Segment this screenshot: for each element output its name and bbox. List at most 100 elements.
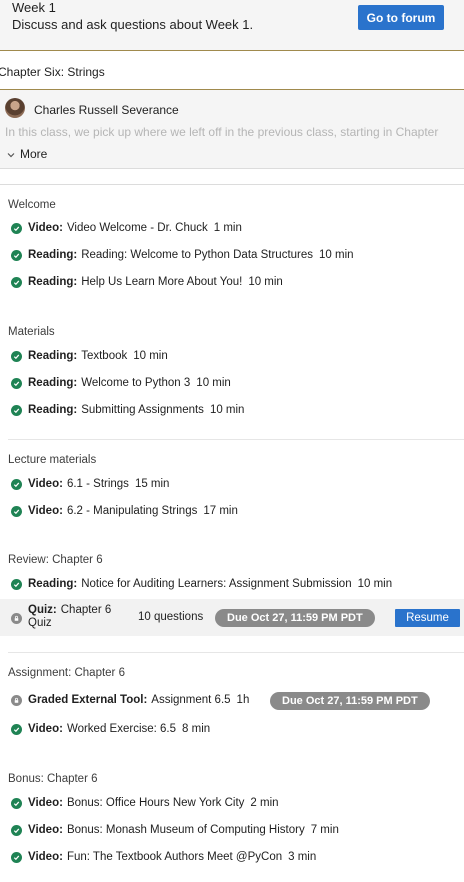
item-type: Video:: [28, 505, 63, 517]
list-item[interactable]: Video: 6.2 - Manipulating Strings 17 min: [11, 505, 238, 517]
divider: [0, 184, 464, 185]
instructor-intro: Charles Russell Severance In this class,…: [0, 90, 464, 168]
item-type: Reading:: [28, 377, 78, 389]
check-circle-icon: [11, 222, 22, 234]
avatar: [5, 98, 25, 118]
item-type: Video:: [28, 824, 63, 836]
list-item[interactable]: Reading: Notice for Auditing Learners: A…: [11, 578, 392, 590]
check-circle-icon: [11, 505, 22, 517]
forum-description: Discuss and ask questions about Week 1.: [12, 17, 254, 32]
item-type: Graded External Tool:: [28, 694, 148, 706]
item-name: 6.2 - Manipulating Strings: [66, 505, 198, 517]
check-circle-icon: [11, 824, 22, 836]
item-type: Reading:: [28, 249, 78, 261]
check-circle-icon: [11, 276, 22, 288]
section-title: Bonus: Chapter 6: [8, 773, 98, 785]
item-duration: 15 min: [134, 478, 170, 490]
item-name: Video Welcome - Dr. Chuck: [66, 222, 208, 234]
item-name: Submitting Assignments: [81, 404, 204, 416]
item-name: Fun: The Textbook Authors Meet @PyCon: [66, 851, 283, 863]
list-item[interactable]: Video: 6.1 - Strings 15 min: [11, 478, 169, 490]
list-item[interactable]: Reading: Textbook 10 min: [11, 350, 168, 362]
item-duration: 10 min: [248, 276, 283, 288]
item-duration: 1h: [236, 694, 250, 706]
item-duration: 1 min: [213, 222, 242, 234]
item-name: Welcome to Python 3: [81, 377, 191, 389]
list-item[interactable]: Reading: Reading: Welcome to Python Data…: [11, 249, 354, 261]
forum-title: Week 1: [12, 0, 56, 15]
more-label: More: [20, 147, 48, 161]
item-type: Video:: [28, 478, 63, 490]
item-name: Textbook: [81, 350, 128, 362]
go-to-forum-button[interactable]: Go to forum: [358, 5, 444, 30]
quiz-title: Quiz: Chapter 6: [28, 604, 111, 616]
check-circle-icon: [11, 377, 22, 389]
item-duration: 7 min: [310, 824, 339, 836]
quiz-subtitle: Quiz: [28, 617, 52, 629]
chapter-title: Chapter Six: Strings: [0, 65, 105, 79]
item-duration: 2 min: [250, 797, 279, 809]
item-type: Video:: [28, 851, 63, 863]
forum-banner: Week 1 Discuss and ask questions about W…: [0, 0, 464, 50]
chevron-down-icon: [6, 149, 16, 159]
chapter-header: Chapter Six: Strings: [0, 51, 464, 89]
divider: [8, 652, 464, 653]
list-item[interactable]: Graded External Tool: Assignment 6.5 1h: [11, 690, 249, 710]
check-circle-icon: [11, 350, 22, 362]
list-item[interactable]: Video: Worked Exercise: 6.5 8 min: [11, 723, 210, 735]
check-circle-icon: [11, 797, 22, 809]
item-name: 6.1 - Strings: [66, 478, 129, 490]
item-name: Notice for Auditing Learners: Assignment…: [81, 578, 352, 590]
more-toggle[interactable]: More: [6, 147, 47, 161]
item-type: Video:: [28, 797, 63, 809]
item-type: Quiz:: [28, 604, 57, 616]
list-item[interactable]: Video: Bonus: Monash Museum of Computing…: [11, 824, 339, 836]
intro-excerpt: In this class, we pick up where we left …: [5, 125, 439, 139]
lock-icon: [11, 694, 22, 706]
due-date-badge: Due Oct 27, 11:59 PM PDT: [215, 609, 375, 627]
divider: [8, 439, 464, 440]
due-date-badge: Due Oct 27, 11:59 PM PDT: [270, 692, 430, 710]
list-item[interactable]: Video: Fun: The Textbook Authors Meet @P…: [11, 851, 316, 863]
quiz-row[interactable]: Quiz: Chapter 6 Quiz 10 questions Due Oct…: [0, 599, 464, 636]
list-item[interactable]: Reading: Submitting Assignments 10 min: [11, 404, 244, 416]
item-name: Reading: Welcome to Python Data Structur…: [81, 249, 314, 261]
item-type: Video:: [28, 222, 63, 234]
item-duration: 10 min: [196, 377, 231, 389]
item-name: Assignment 6.5: [151, 694, 231, 706]
check-circle-icon: [11, 851, 22, 863]
item-duration: 10 min: [319, 249, 354, 261]
check-circle-icon: [11, 249, 22, 261]
item-type: Reading:: [28, 578, 78, 590]
item-duration: 10 min: [133, 350, 168, 362]
section-title: Welcome: [8, 199, 56, 211]
list-item[interactable]: Reading: Welcome to Python 3 10 min: [11, 377, 231, 389]
check-circle-icon: [11, 723, 22, 735]
item-type: Video:: [28, 723, 63, 735]
check-circle-icon: [11, 478, 22, 490]
section-title: Materials: [8, 326, 55, 338]
list-item[interactable]: Video: Video Welcome - Dr. Chuck 1 min: [11, 222, 242, 234]
item-type: Reading:: [28, 404, 78, 416]
item-type: Reading:: [28, 276, 78, 288]
section-title: Lecture materials: [8, 454, 97, 466]
item-duration: 10 min: [357, 578, 393, 590]
item-name: Help Us Learn More About You!: [81, 276, 243, 288]
item-duration: 8 min: [182, 723, 211, 735]
item-name: Bonus: Office Hours New York City: [66, 797, 245, 809]
section-title: Assignment: Chapter 6: [8, 667, 125, 679]
resume-button[interactable]: Resume: [395, 609, 460, 627]
item-duration: 17 min: [203, 505, 238, 517]
item-duration: 3 min: [288, 851, 317, 863]
divider: [0, 168, 464, 169]
list-item[interactable]: Reading: Help Us Learn More About You! 1…: [11, 276, 283, 288]
list-item[interactable]: Video: Bonus: Office Hours New York City…: [11, 797, 279, 809]
item-duration: 10 min: [209, 404, 245, 416]
item-name: Worked Exercise: 6.5: [66, 723, 177, 735]
item-type: Reading:: [28, 350, 78, 362]
instructor-name: Charles Russell Severance: [34, 103, 179, 117]
question-count: 10 questions: [138, 611, 204, 623]
item-name: Bonus: Monash Museum of Computing Histor…: [66, 824, 305, 836]
check-circle-icon: [11, 578, 22, 590]
lock-icon: [11, 613, 22, 624]
